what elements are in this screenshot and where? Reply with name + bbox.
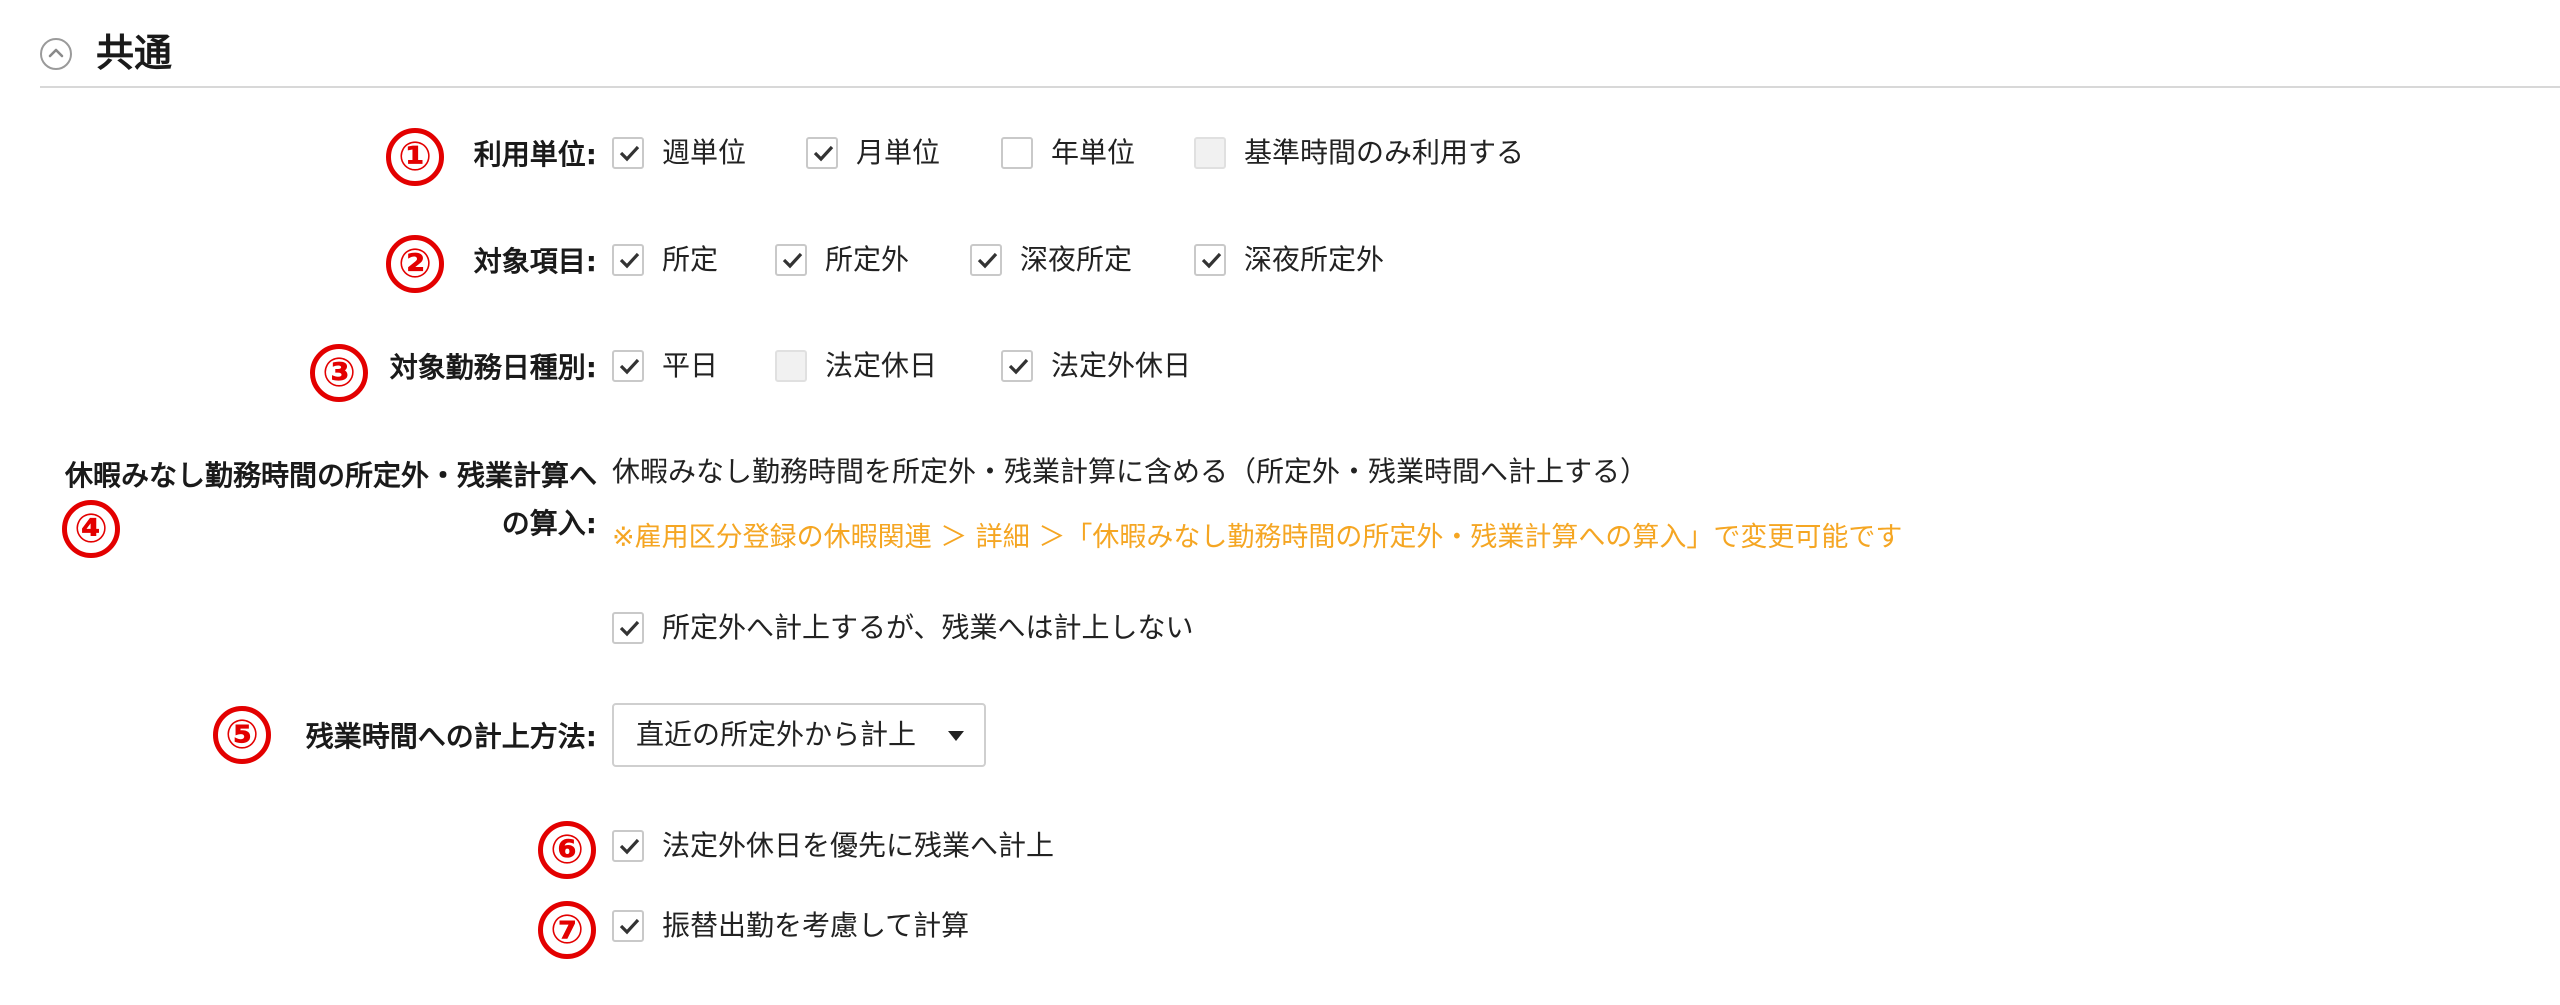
checkbox-box[interactable] — [970, 244, 1002, 276]
checkbox-label: 深夜所定 — [1020, 243, 1133, 276]
checkbox-box[interactable] — [1001, 137, 1033, 169]
leave-deemed-note: ※雇用区分登録の休暇関連 ＞ 詳細 ＞「休暇みなし勤務時間の所定外・残業計算への… — [612, 522, 1903, 553]
row-workday-type: ③ 対象勤務日種別: 平日 法定休日 法定外休日 — [0, 344, 2560, 402]
collapse-button[interactable] — [40, 38, 72, 70]
checkbox-label: 所定外へ計上するが、残業へは計上しない — [662, 611, 1194, 644]
checkbox-label: 所定外 — [825, 243, 910, 276]
row-target-items: ② 対象項目: 所定 所定外 深夜所定 深夜所定外 — [0, 235, 2560, 293]
checkmark-icon — [1008, 358, 1029, 375]
checkmark-icon — [1201, 252, 1222, 269]
leave-deemed-label-line2: の算入: — [501, 507, 597, 540]
checkmark-icon — [619, 145, 640, 162]
row-overtime-method: ⑤ 残業時間への計上方法: 直近の所定外から計上 — [0, 703, 2560, 767]
settings-page: 共通 ① 利用単位: 週単位 月単位 年単位 基準時間のみ利用する ② 対象項目… — [0, 0, 2560, 1005]
annotation-badge-6: ⑥ — [538, 821, 596, 879]
checkbox-box[interactable] — [1194, 244, 1226, 276]
overtime-method-select[interactable]: 直近の所定外から計上 — [612, 703, 986, 767]
caret-down-icon — [948, 731, 964, 741]
checkbox-label: 週単位 — [662, 136, 747, 169]
section-header: 共通 — [40, 28, 2560, 88]
usage-unit-label: 利用単位: — [473, 138, 597, 171]
row-leave-deemed-time: 休暇みなし勤務時間の所定外・残業計算へ の算入: ④ 休暇みなし勤務時間を所定外… — [0, 452, 2560, 652]
checkbox-box[interactable] — [612, 910, 644, 942]
checkbox-box[interactable] — [612, 137, 644, 169]
checkbox-label: 月単位 — [856, 136, 941, 169]
annotation-badge-5: ⑤ — [213, 706, 271, 764]
checkbox-label: 法定休日 — [825, 349, 938, 382]
annotation-badge-7: ⑦ — [538, 901, 596, 959]
overtime-method-label: 残業時間への計上方法: — [305, 720, 597, 753]
checkmark-icon — [977, 252, 998, 269]
checkbox-box[interactable] — [1194, 137, 1226, 169]
checkmark-icon — [619, 838, 640, 855]
checkbox-box[interactable] — [612, 350, 644, 382]
annotation-badge-2: ② — [386, 235, 444, 293]
checkbox-label: 深夜所定外 — [1244, 243, 1385, 276]
annotation-badge-3: ③ — [310, 344, 368, 402]
checkbox-label: 振替出勤を考慮して計算 — [662, 909, 970, 942]
checkmark-icon — [813, 145, 834, 162]
checkmark-icon — [619, 358, 640, 375]
checkbox-box[interactable] — [612, 830, 644, 862]
checkbox-label: 平日 — [662, 349, 719, 382]
checkmark-icon — [619, 620, 640, 637]
chevron-up-icon — [48, 48, 64, 58]
checkbox-label: 年単位 — [1051, 136, 1136, 169]
checkbox-box[interactable] — [806, 137, 838, 169]
target-items-label: 対象項目: — [473, 245, 597, 278]
checkbox-box[interactable] — [612, 244, 644, 276]
checkmark-icon — [619, 918, 640, 935]
checkmark-icon — [619, 252, 640, 269]
section-title: 共通 — [96, 31, 173, 75]
leave-deemed-label-line1: 休暇みなし勤務時間の所定外・残業計算へ — [64, 459, 597, 492]
select-value: 直近の所定外から計上 — [636, 718, 917, 751]
row-holiday-priority: ⑥ 法定外休日を優先に残業へ計上 — [0, 821, 2560, 879]
checkmark-icon — [782, 252, 803, 269]
checkbox-label: 基準時間のみ利用する — [1244, 136, 1525, 169]
checkbox-box[interactable] — [775, 244, 807, 276]
annotation-badge-1: ① — [386, 128, 444, 186]
checkbox-label: 所定 — [662, 243, 719, 276]
checkbox-box[interactable] — [612, 612, 644, 644]
row-usage-unit: ① 利用単位: 週単位 月単位 年単位 基準時間のみ利用する — [0, 128, 2560, 186]
leave-deemed-description: 休暇みなし勤務時間を所定外・残業計算に含める（所定外・残業時間へ計上する） — [612, 455, 1649, 488]
checkbox-label: 法定外休日 — [1051, 349, 1192, 382]
checkbox-box[interactable] — [1001, 350, 1033, 382]
checkbox-label: 法定外休日を優先に残業へ計上 — [662, 829, 1055, 862]
workday-type-label: 対象勤務日種別: — [389, 351, 597, 384]
row-substitute-work: ⑦ 振替出勤を考慮して計算 — [0, 901, 2560, 959]
checkbox-box[interactable] — [775, 350, 807, 382]
annotation-badge-4: ④ — [62, 500, 120, 558]
